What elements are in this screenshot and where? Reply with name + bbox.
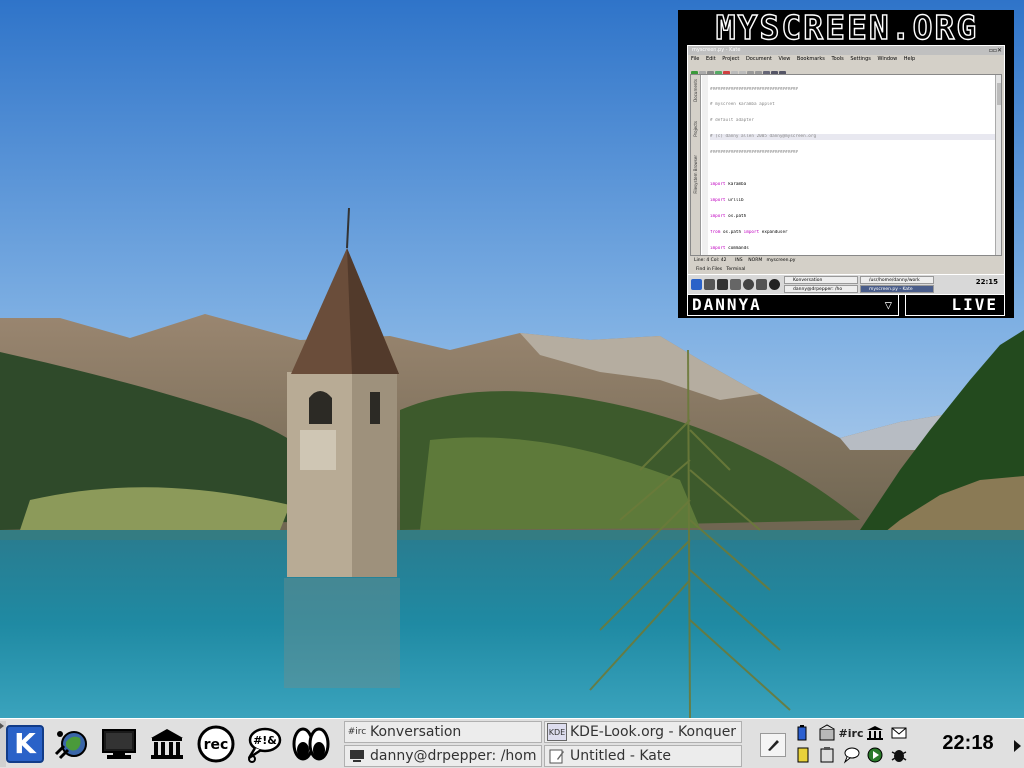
pencil-icon[interactable] (760, 733, 786, 757)
mini-rec-icon (743, 279, 754, 290)
kde-look-icon: KDE (547, 723, 567, 741)
mini-side-tab: Projects (693, 121, 698, 137)
panel-hide-right-button[interactable] (1012, 721, 1024, 767)
mini-clock: 22:15 (975, 278, 998, 286)
mini-menu-item: Project (722, 56, 740, 62)
konqueror-globe-icon (54, 731, 87, 760)
task-konqueror[interactable]: KDE KDE-Look.org - Konquer (544, 721, 742, 743)
clipboard-icon[interactable] (816, 745, 838, 765)
mini-menubar: File Edit Project Document View Bookmark… (688, 55, 1004, 63)
kde-menu-button[interactable]: K (3, 722, 47, 766)
mini-side-tab: Filesystem Browser (693, 155, 698, 194)
package-icon[interactable] (816, 723, 838, 743)
mini-task-active: myscreen.py - Kate (860, 285, 934, 293)
chat-icon-label: #!& (253, 734, 277, 747)
mini-side-tabs: Documents Projects Filesystem Browser (691, 75, 701, 255)
mini-kmenu-icon (691, 279, 702, 290)
mini-eyes-icon (769, 279, 780, 290)
kde-menu-icon: K (6, 725, 44, 763)
mini-globe-icon (704, 279, 715, 290)
irc-tray-icon[interactable]: #irc (839, 723, 864, 743)
mini-statusbar: Line: 4 Col: 42 INS NORM myscreen.py (694, 258, 796, 263)
mini-window-buttons-icon: ▫▫✕ (988, 47, 1002, 54)
mini-menu-item: Edit (705, 56, 716, 62)
terminal-icon (347, 747, 367, 765)
mini-scrollbar (995, 75, 1001, 255)
mini-window-title: myscreen.py - Kate (692, 47, 741, 53)
mini-menu-item: Help (903, 56, 916, 62)
mini-task: /usr/home/danny/work (860, 276, 934, 284)
media-player-icon[interactable] (864, 745, 886, 765)
mini-menu-item: Bookmarks (796, 56, 825, 62)
bank-tray-icon[interactable] (864, 723, 886, 743)
eyes-launcher[interactable] (289, 722, 333, 766)
rec-icon: rec (197, 725, 235, 763)
task-label: Untitled - Kate (570, 748, 671, 764)
mini-task: danny@drpepper: /ho (784, 285, 858, 293)
task-terminal[interactable]: danny@drpepper: /hom (344, 745, 542, 767)
mini-taskbar: Konversation /usr/home/danny/work danny@… (688, 274, 1004, 294)
chat-launcher[interactable]: #!& (241, 722, 285, 766)
battery-plug-icon[interactable] (792, 723, 814, 743)
task-label: danny@drpepper: /hom (370, 748, 537, 764)
screenshot-preview[interactable]: myscreen.py - Kate ▫▫✕ File Edit Project… (687, 45, 1005, 295)
mini-toolbar (688, 63, 1004, 78)
eyes-icon (292, 727, 330, 761)
mini-terminal-icon (717, 279, 728, 290)
mini-task: Konversation (784, 276, 858, 284)
widget-bottom-bar: DANNYA ▽ LIVE (687, 294, 1005, 316)
mini-code-lines: ################################## # mys… (710, 76, 995, 255)
mini-menu-item: Tools (831, 56, 844, 62)
mini-menu-item: Window (877, 56, 898, 62)
mini-menu-item: Settings (850, 56, 871, 62)
task-konversation[interactable]: #irc Konversation (344, 721, 542, 743)
mini-editor-area: Documents Projects Filesystem Browser ##… (690, 74, 1002, 256)
terminal-launcher[interactable] (97, 722, 141, 766)
triangle-down-icon[interactable]: ▽ (885, 295, 892, 315)
taskbar: #irc Konversation KDE KDE-Look.org - Kon… (344, 721, 746, 767)
kde-panel: K rec #!& #irc Konversation KDE KDE-Look… (0, 718, 1024, 768)
bug-icon[interactable] (888, 745, 910, 765)
mini-side-tab: Documents (693, 79, 698, 102)
user-selector[interactable]: DANNYA ▽ (687, 294, 899, 316)
mini-gutter (702, 75, 708, 255)
myscreen-widget: MYSCREEN.ORG myscreen.py - Kate ▫▫✕ File… (678, 10, 1014, 318)
bank-launcher[interactable] (145, 722, 189, 766)
irc-icon: #irc (347, 727, 367, 737)
system-tray: #irc (760, 721, 920, 767)
task-label: KDE-Look.org - Konquer (570, 724, 737, 740)
mini-menu-item: View (778, 56, 791, 62)
mini-menu-item: Document (745, 56, 772, 62)
kate-editor-icon (547, 747, 567, 765)
terminal-monitor-icon (102, 729, 136, 759)
chat-tray-icon[interactable] (840, 745, 862, 765)
task-label: Konversation (370, 724, 462, 740)
rec-launcher[interactable]: rec (194, 722, 238, 766)
notes-icon[interactable] (792, 745, 814, 765)
live-button[interactable]: LIVE (905, 294, 1005, 316)
mail-icon[interactable] (888, 723, 910, 743)
mini-bank-icon (730, 279, 741, 290)
panel-clock[interactable]: 22:18 (930, 731, 1006, 755)
chat-bubble-icon: #!& (247, 727, 282, 763)
task-kate[interactable]: Untitled - Kate (544, 745, 742, 767)
mini-chat-icon (756, 279, 767, 290)
mini-bottom-tabs: Find in Files Terminal (696, 267, 746, 272)
mini-menu-item: File (691, 56, 700, 62)
username-label: DANNYA (692, 295, 762, 314)
rec-icon-label: rec (204, 737, 229, 753)
widget-title[interactable]: MYSCREEN.ORG (682, 11, 1012, 45)
bank-building-icon (151, 729, 183, 759)
konqueror-launcher[interactable] (50, 722, 94, 766)
mini-window-titlebar: myscreen.py - Kate ▫▫✕ (688, 46, 1004, 55)
